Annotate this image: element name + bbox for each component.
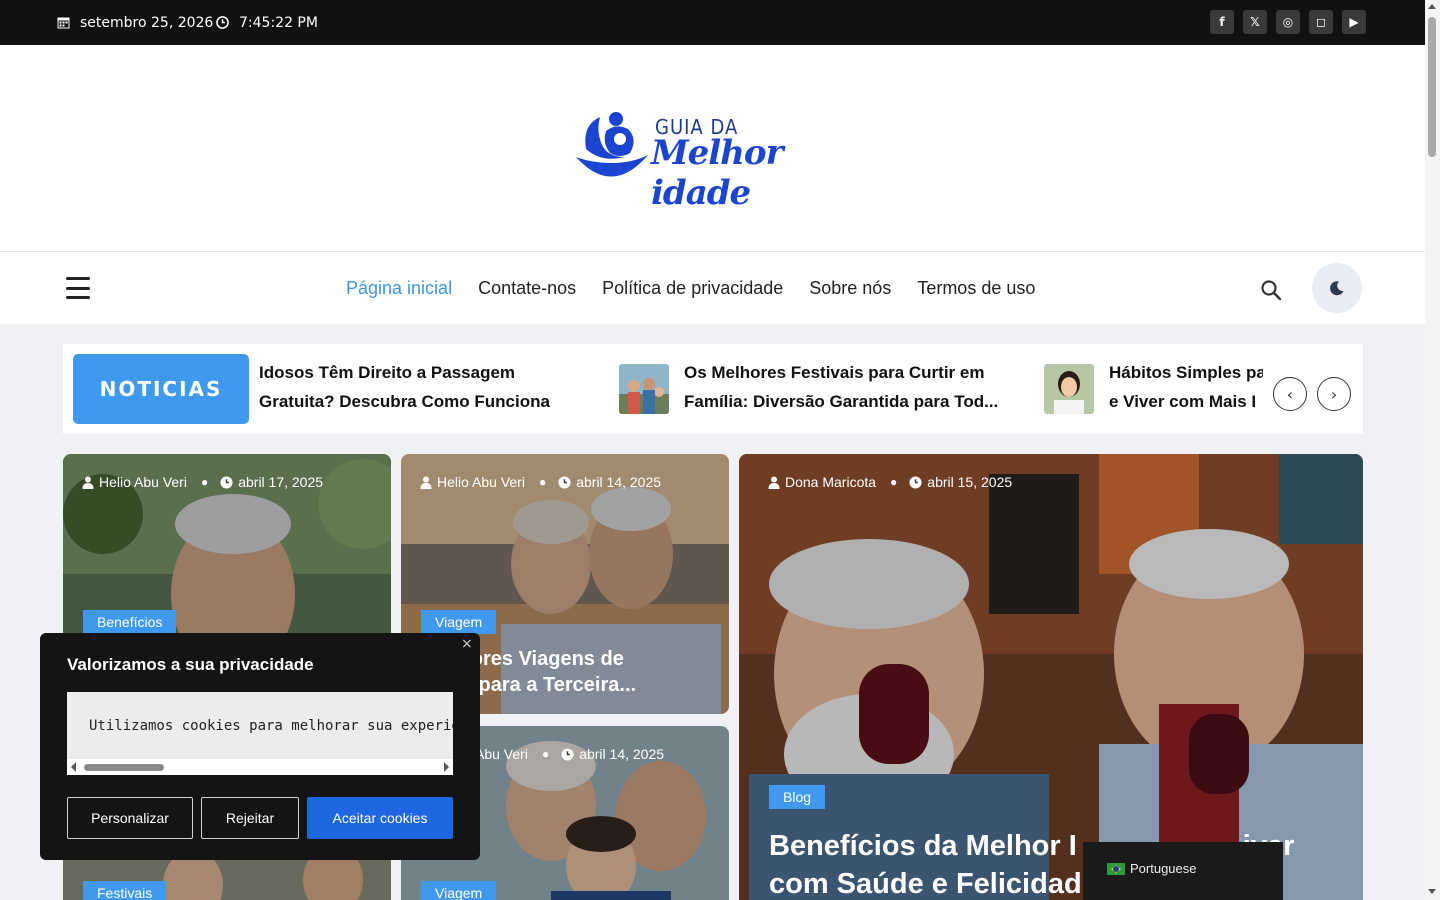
clock-icon: [909, 475, 922, 489]
nav-menu: Página inicial Contate-nos Política de p…: [346, 252, 1035, 324]
scroll-left-icon[interactable]: [71, 762, 76, 772]
scrollbar-thumb[interactable]: [84, 764, 164, 771]
ticker-item[interactable]: Idosos Têm Direito a Passagem Gratuita? …: [259, 358, 550, 416]
logo-emblem-icon: [576, 112, 648, 177]
scroll-down-icon[interactable]: [1428, 889, 1436, 894]
meta-separator: ●: [541, 747, 550, 761]
page-scrollbar[interactable]: [1425, 0, 1440, 900]
ticker-item-line: Hábitos Simples pa: [1109, 363, 1263, 382]
clock-icon: [220, 475, 233, 489]
chevron-left-icon: ‹: [1286, 384, 1294, 404]
search-icon[interactable]: [1260, 279, 1282, 301]
language-switcher[interactable]: Portuguese: [1083, 842, 1283, 900]
ticker-item-line: e Viver com Mais I: [1109, 392, 1257, 411]
ticker-item[interactable]: Os Melhores Festivais para Curtir em Fam…: [684, 358, 998, 416]
post-meta: Dona Maricota ● abril 15, 2025: [768, 474, 1012, 490]
category-badge[interactable]: Viagem: [421, 610, 497, 634]
time-text: 7:45:22 PM: [239, 14, 318, 31]
meta-separator: ●: [538, 475, 547, 489]
scrollbar-thumb[interactable]: [1428, 17, 1436, 157]
post-date[interactable]: abril 15, 2025: [927, 474, 1012, 490]
dark-mode-toggle[interactable]: [1312, 263, 1362, 313]
user-icon: [768, 476, 780, 489]
post-author[interactable]: Abu Veri: [475, 746, 528, 762]
post-author[interactable]: Helio Abu Veri: [99, 474, 187, 490]
ticker-item-line: Família: Diversão Garantida para Tod...: [684, 392, 999, 411]
nav-item-home[interactable]: Página inicial: [346, 278, 452, 299]
post-meta: Abu Veri ● abril 14, 2025: [475, 746, 664, 762]
meta-separator: ●: [200, 475, 209, 489]
cookie-message-box: Utilizamos cookies para melhorar sua exp…: [67, 692, 453, 775]
user-icon: [82, 476, 94, 489]
accept-cookies-button[interactable]: Aceitar cookies: [307, 797, 453, 839]
close-icon[interactable]: ×: [461, 636, 473, 652]
meta-separator: ●: [890, 475, 898, 489]
news-ticker: NOTICIAS Idosos Têm Direito a Passagem G…: [63, 344, 1363, 434]
ticker-thumbnail[interactable]: [1044, 364, 1094, 414]
instagram-icon[interactable]: ◻: [1309, 10, 1333, 34]
scroll-up-icon[interactable]: [1428, 4, 1436, 9]
customize-button[interactable]: Personalizar: [67, 797, 193, 839]
moon-icon: [1330, 281, 1344, 296]
category-badge[interactable]: Benefícios: [83, 610, 177, 634]
clock-icon: [561, 747, 574, 761]
ticker-label: NOTICIAS: [73, 354, 249, 424]
ticker-thumbnail[interactable]: [619, 364, 669, 414]
post-title-line: ro para a Terceira...: [453, 674, 637, 696]
brazil-flag-icon: [1107, 863, 1125, 875]
post-title[interactable]: lhores Viagens de ro para a Terceira...: [453, 646, 723, 698]
category-badge[interactable]: Festivais: [83, 881, 167, 900]
dribbble-icon[interactable]: ◎: [1276, 10, 1300, 34]
post-title-line: lhores Viagens de: [453, 648, 624, 670]
clock-icon: [216, 16, 229, 29]
facebook-icon[interactable]: f: [1210, 10, 1234, 34]
category-badge[interactable]: Blog: [769, 785, 826, 809]
cookie-message: Utilizamos cookies para melhorar sua exp…: [89, 718, 453, 734]
main-navigation: Página inicial Contate-nos Política de p…: [0, 252, 1425, 324]
ticker-item[interactable]: Hábitos Simples pa e Viver com Mais I: [1109, 358, 1263, 416]
logo-line-2: Melhor idade: [651, 133, 784, 213]
ticker-item-line: Os Melhores Festivais para Curtir em: [684, 363, 985, 382]
ticker-next-button[interactable]: ›: [1317, 377, 1351, 411]
post-date[interactable]: abril 17, 2025: [238, 474, 323, 490]
clock-icon: [558, 475, 571, 489]
language-label: Portuguese: [1130, 861, 1197, 876]
post-author[interactable]: Dona Maricota: [785, 474, 876, 490]
date-display: setembro 25, 2026: [57, 0, 213, 45]
time-display: 7:45:22 PM: [216, 0, 318, 45]
site-header: GUIA DA Melhor idade: [0, 45, 1425, 252]
post-date[interactable]: abril 14, 2025: [576, 474, 661, 490]
top-bar: setembro 25, 2026 7:45:22 PM f 𝕏 ◎ ◻ ▶: [0, 0, 1425, 45]
nav-item-privacy[interactable]: Política de privacidade: [602, 278, 783, 299]
post-meta: Helio Abu Veri ● abril 14, 2025: [420, 474, 661, 490]
scroll-right-icon[interactable]: [444, 762, 449, 772]
cookie-title: Valorizamos a sua privacidade: [67, 655, 314, 674]
site-logo[interactable]: GUIA DA Melhor idade: [572, 105, 852, 213]
post-title-line: Benefícios da Melhor I: [769, 830, 1077, 862]
category-badge[interactable]: Viagem: [421, 881, 497, 900]
post-author[interactable]: Helio Abu Veri: [437, 474, 525, 490]
post-date[interactable]: abril 14, 2025: [579, 746, 664, 762]
cookie-consent-banner: × Valorizamos a sua privacidade Utilizam…: [40, 633, 480, 860]
ticker-item-line: Gratuita? Descubra Como Funciona: [259, 392, 550, 411]
nav-item-terms[interactable]: Termos de uso: [917, 278, 1035, 299]
post-meta: Helio Abu Veri ● abril 17, 2025: [82, 474, 323, 490]
nav-item-contact[interactable]: Contate-nos: [478, 278, 576, 299]
hamburger-menu-icon[interactable]: [66, 277, 90, 299]
calendar-icon: [57, 17, 70, 29]
user-icon: [420, 476, 432, 489]
youtube-icon[interactable]: ▶: [1342, 10, 1366, 34]
reject-button[interactable]: Rejeitar: [201, 797, 299, 839]
date-text: setembro 25, 2026: [80, 14, 214, 31]
social-links: f 𝕏 ◎ ◻ ▶: [1210, 10, 1366, 34]
nav-item-about[interactable]: Sobre nós: [809, 278, 891, 299]
ticker-item-line: Idosos Têm Direito a Passagem: [259, 363, 516, 382]
x-icon[interactable]: 𝕏: [1243, 10, 1267, 34]
horizontal-scrollbar[interactable]: [67, 759, 453, 775]
featured-post-card[interactable]: Dona Maricota ● abril 15, 2025 Blog Bene…: [739, 454, 1363, 900]
ticker-prev-button[interactable]: ‹: [1273, 377, 1307, 411]
chevron-right-icon: ›: [1330, 384, 1338, 404]
